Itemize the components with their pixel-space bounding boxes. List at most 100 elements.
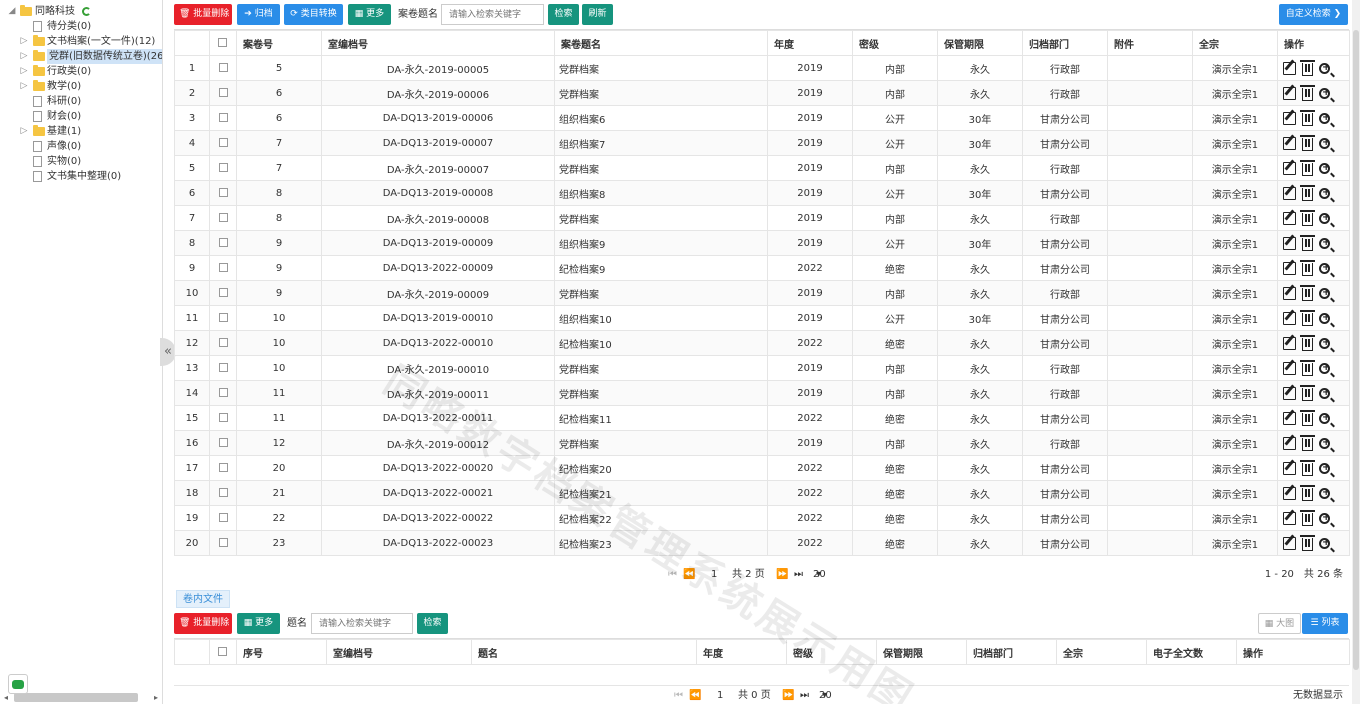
- files-more-button[interactable]: ▦ 更多: [237, 613, 280, 634]
- first-page-icon[interactable]: ⏮: [668, 565, 677, 585]
- view-detail-icon[interactable]: [1319, 137, 1330, 149]
- edit-icon[interactable]: [1283, 536, 1296, 550]
- view-detail-icon[interactable]: [1319, 337, 1330, 349]
- tree-node[interactable]: 待分类(0): [0, 19, 162, 34]
- delete-icon[interactable]: [1300, 109, 1315, 126]
- view-detail-icon[interactable]: [1319, 462, 1330, 474]
- expand-arrow-icon[interactable]: ▷: [19, 64, 29, 79]
- view-detail-icon[interactable]: [1319, 237, 1330, 249]
- row-checkbox[interactable]: [218, 388, 228, 397]
- edit-icon[interactable]: [1283, 236, 1296, 250]
- view-detail-icon[interactable]: [1319, 437, 1330, 449]
- table-row[interactable]: 13 10 DA-永久-2019-00010 党群档案 2019 内部 永久 行政部 演示全宗1: [174, 355, 1350, 381]
- row-checkbox[interactable]: [218, 338, 228, 347]
- files-batch-delete-button[interactable]: 🗑 批量删除: [174, 613, 232, 634]
- view-detail-icon[interactable]: [1319, 112, 1330, 124]
- edit-icon[interactable]: [1283, 61, 1296, 75]
- row-checkbox[interactable]: [218, 513, 228, 522]
- edit-icon[interactable]: [1283, 361, 1296, 375]
- table-row[interactable]: 7 8 DA-永久-2019-00008 党群档案 2019 内部 永久 行政部 演示全宗1: [174, 205, 1350, 231]
- tree-node[interactable]: 财会(0): [0, 109, 162, 124]
- row-checkbox[interactable]: [218, 188, 228, 197]
- table-row[interactable]: 8 9 DA-DQ13-2019-00009 组织档案9 2019 公开 30年 甘肃分公司 演…: [174, 230, 1350, 256]
- files-first-page-icon[interactable]: ⏮: [674, 686, 683, 704]
- tree-node[interactable]: ◢ 同略科技: [0, 4, 162, 19]
- expand-arrow-icon[interactable]: ▷: [19, 79, 29, 94]
- files-prev-page-icon[interactable]: ⏪: [689, 686, 701, 704]
- view-detail-icon[interactable]: [1319, 312, 1330, 324]
- tree-node[interactable]: ▷ 党群(旧数据传统立卷)(26: [0, 49, 162, 64]
- tab-volume-files[interactable]: 卷内文件: [176, 590, 230, 608]
- row-checkbox[interactable]: [218, 413, 228, 422]
- edit-icon[interactable]: [1283, 461, 1296, 475]
- title-search-input[interactable]: [441, 4, 544, 25]
- tree-node[interactable]: 实物(0): [0, 154, 162, 169]
- tree-node[interactable]: ▷ 行政类(0): [0, 64, 162, 79]
- edit-icon[interactable]: [1283, 186, 1296, 200]
- view-detail-icon[interactable]: [1319, 62, 1330, 74]
- custom-search-button[interactable]: 自定义检索 ❯: [1279, 4, 1348, 25]
- row-checkbox[interactable]: [218, 313, 228, 322]
- view-detail-icon[interactable]: [1319, 487, 1330, 499]
- chat-button[interactable]: [8, 674, 28, 694]
- list-view-button[interactable]: ☰ 列表: [1302, 613, 1348, 634]
- edit-icon[interactable]: [1283, 486, 1296, 500]
- delete-icon[interactable]: [1300, 59, 1315, 76]
- delete-icon[interactable]: [1300, 409, 1315, 426]
- refresh-button[interactable]: 刷新: [582, 4, 613, 25]
- archive-button[interactable]: ➔ 归档: [237, 4, 280, 25]
- row-checkbox[interactable]: [218, 488, 228, 497]
- edit-icon[interactable]: [1283, 161, 1296, 175]
- delete-icon[interactable]: [1300, 184, 1315, 201]
- next-page-icon[interactable]: ⏩: [776, 565, 788, 585]
- edit-icon[interactable]: [1283, 286, 1296, 300]
- table-row[interactable]: 19 22 DA-DQ13-2022-00022 纪检档案22 2022 绝密 永久 甘肃分公…: [174, 505, 1350, 531]
- row-checkbox[interactable]: [218, 263, 228, 272]
- tree-node[interactable]: ▷ 文书档案(一文一件)(12): [0, 34, 162, 49]
- edit-icon[interactable]: [1283, 261, 1296, 275]
- files-select-all-checkbox[interactable]: [217, 647, 227, 656]
- volume-select-all-checkbox[interactable]: [217, 38, 227, 47]
- edit-icon[interactable]: [1283, 86, 1296, 100]
- page-size-select[interactable]: 20 ▾: [813, 565, 826, 585]
- table-row[interactable]: 16 12 DA-永久-2019-00012 党群档案 2019 内部 永久 行政部 演示全宗1: [174, 430, 1350, 456]
- collapse-arrow-icon[interactable]: ◢: [7, 4, 17, 19]
- delete-icon[interactable]: [1300, 234, 1315, 251]
- view-detail-icon[interactable]: [1319, 262, 1330, 274]
- table-row[interactable]: 1 5 DA-永久-2019-00005 党群档案 2019 内部 永久 行政部 演示全宗1: [174, 55, 1350, 81]
- tree-node[interactable]: 科研(0): [0, 94, 162, 109]
- delete-icon[interactable]: [1300, 284, 1315, 301]
- files-last-page-icon[interactable]: ⏭: [800, 686, 809, 704]
- edit-icon[interactable]: [1283, 436, 1296, 450]
- last-page-icon[interactable]: ⏭: [794, 565, 803, 585]
- delete-icon[interactable]: [1300, 384, 1315, 401]
- row-checkbox[interactable]: [218, 213, 228, 222]
- view-detail-icon[interactable]: [1319, 87, 1330, 99]
- row-checkbox[interactable]: [218, 288, 228, 297]
- row-checkbox[interactable]: [218, 88, 228, 97]
- table-row[interactable]: 20 23 DA-DQ13-2022-00023 纪检档案23 2022 绝密 永久 甘肃分公…: [174, 530, 1350, 556]
- files-search-input[interactable]: [311, 613, 413, 634]
- view-detail-icon[interactable]: [1319, 287, 1330, 299]
- files-next-page-icon[interactable]: ⏩: [782, 686, 794, 704]
- delete-icon[interactable]: [1300, 209, 1315, 226]
- row-checkbox[interactable]: [218, 238, 228, 247]
- table-row[interactable]: 18 21 DA-DQ13-2022-00021 纪检档案21 2022 绝密 永久 甘肃分公…: [174, 480, 1350, 506]
- page-vertical-scrollbar[interactable]: [1352, 0, 1360, 704]
- tree-node[interactable]: 声像(0): [0, 139, 162, 154]
- row-checkbox[interactable]: [218, 538, 228, 547]
- delete-icon[interactable]: [1300, 459, 1315, 476]
- row-checkbox[interactable]: [218, 363, 228, 372]
- scroll-left-icon[interactable]: ◂: [4, 693, 8, 702]
- scroll-right-icon[interactable]: ▸: [154, 693, 158, 702]
- table-row[interactable]: 15 11 DA-DQ13-2022-00011 纪检档案11 2022 绝密 永久 甘肃分公…: [174, 405, 1350, 431]
- delete-icon[interactable]: [1300, 159, 1315, 176]
- edit-icon[interactable]: [1283, 211, 1296, 225]
- table-row[interactable]: 14 11 DA-永久-2019-00011 党群档案 2019 内部 永久 行政部 演示全宗1: [174, 380, 1350, 406]
- delete-icon[interactable]: [1300, 509, 1315, 526]
- table-row[interactable]: 12 10 DA-DQ13-2022-00010 纪检档案10 2022 绝密 永久 甘肃分公…: [174, 330, 1350, 356]
- delete-icon[interactable]: [1300, 259, 1315, 276]
- tree-node[interactable]: ▷ 基建(1): [0, 124, 162, 139]
- expand-arrow-icon[interactable]: ▷: [19, 49, 29, 64]
- table-row[interactable]: 10 9 DA-永久-2019-00009 党群档案 2019 内部 永久 行政部 演示全宗1: [174, 280, 1350, 306]
